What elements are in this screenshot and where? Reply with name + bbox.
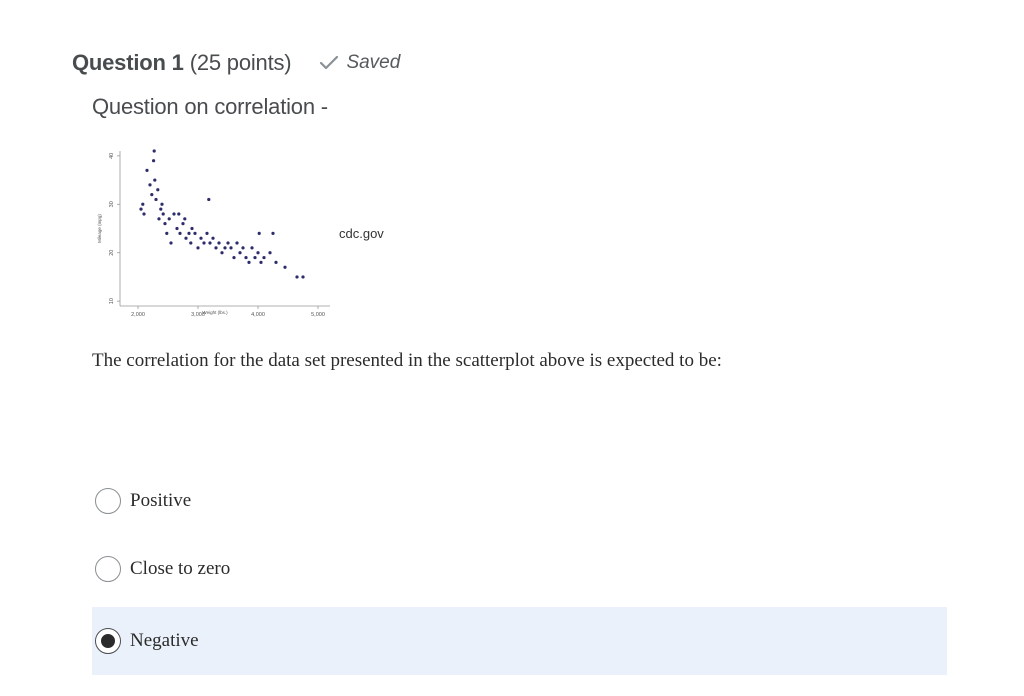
data-point <box>207 197 211 202</box>
data-point <box>165 231 169 235</box>
option-label: Positive <box>130 490 192 511</box>
option-close-to-zero[interactable]: Close to zero <box>92 535 947 603</box>
data-point <box>153 178 157 182</box>
radio-close-to-zero[interactable] <box>95 556 121 582</box>
radio-negative[interactable] <box>95 628 121 654</box>
data-point <box>145 168 149 172</box>
x-tick-label: 2,000 <box>131 312 145 318</box>
y-tick-label: 40 <box>109 153 115 159</box>
data-point <box>148 183 152 187</box>
option-label: Close to zero <box>130 558 231 579</box>
data-point <box>161 212 165 216</box>
saved-status: Saved <box>319 52 400 74</box>
data-point <box>177 212 181 216</box>
question-header: Question 1 (25 points) Saved <box>72 50 400 76</box>
data-point <box>274 260 278 265</box>
data-point <box>172 212 176 216</box>
data-point <box>256 251 260 255</box>
data-point <box>181 222 185 226</box>
data-point <box>189 241 193 245</box>
x-tick-label: 4,000 <box>251 312 265 318</box>
data-point <box>187 231 191 235</box>
data-point <box>247 260 251 265</box>
radio-positive[interactable] <box>95 488 121 514</box>
data-point <box>152 149 156 153</box>
data-point <box>241 246 245 250</box>
scatterplot-image: 2,000 3,000 4,000 5,000 10 20 30 40 Weight (lbs.… <box>90 143 350 325</box>
data-point <box>253 255 257 260</box>
data-point <box>220 251 224 255</box>
data-point <box>141 202 145 206</box>
data-point <box>159 207 163 211</box>
data-point <box>178 231 182 235</box>
data-point <box>301 275 305 279</box>
data-point <box>214 246 218 250</box>
data-point <box>139 207 143 211</box>
data-point <box>196 246 200 250</box>
data-point <box>217 241 221 245</box>
data-point <box>208 241 212 245</box>
data-point <box>250 246 254 250</box>
data-point <box>150 192 154 197</box>
data-point <box>167 217 171 221</box>
data-point <box>202 241 206 245</box>
checkmark-icon <box>320 55 339 70</box>
data-point <box>193 231 197 235</box>
data-point <box>257 231 261 235</box>
prompt-title: Question on correlation - <box>92 94 328 119</box>
data-point <box>295 275 299 279</box>
y-tick-label: 20 <box>109 250 115 256</box>
data-point <box>205 231 209 235</box>
data-point <box>142 212 146 216</box>
data-point <box>163 222 167 226</box>
data-point <box>232 255 236 260</box>
question-title: Question 1 <box>72 50 184 75</box>
y-axis-label: Mileage (mpg) <box>97 214 102 243</box>
data-point <box>268 251 272 255</box>
data-point <box>226 241 230 245</box>
saved-label: Saved <box>346 52 401 73</box>
x-axis-label: Weight (lbs.) <box>202 310 228 315</box>
data-point <box>271 231 275 235</box>
option-negative[interactable]: Negative <box>92 607 947 675</box>
data-point <box>235 241 239 245</box>
data-point <box>244 255 248 260</box>
data-point <box>262 255 266 260</box>
data-point <box>160 202 164 206</box>
data-point <box>154 197 158 202</box>
data-point <box>211 236 215 240</box>
data-point <box>238 251 242 255</box>
question-text: The correlation for the data set present… <box>92 350 722 371</box>
data-point <box>199 236 203 240</box>
data-point <box>283 265 287 269</box>
data-point <box>223 246 227 250</box>
option-positive[interactable]: Positive <box>92 467 947 535</box>
x-tick-label: 5,000 <box>311 312 325 318</box>
data-point <box>259 260 263 265</box>
radio-selected-dot <box>101 634 115 648</box>
data-point <box>183 217 187 221</box>
option-label: Negative <box>130 630 199 651</box>
data-point <box>229 246 233 250</box>
data-point <box>175 226 179 231</box>
data-point <box>169 241 173 245</box>
source-credit: cdc.gov <box>339 226 384 241</box>
data-point <box>184 236 188 240</box>
data-point <box>156 188 160 192</box>
data-point <box>190 226 194 231</box>
scatterplot: 2,000 3,000 4,000 5,00010203040Weight (lbs.… <box>97 149 330 318</box>
data-point <box>157 217 161 221</box>
question-points: (25 points) <box>189 50 292 75</box>
y-tick-label: 30 <box>109 201 115 207</box>
data-point <box>152 159 156 163</box>
y-tick-label: 10 <box>109 298 115 304</box>
